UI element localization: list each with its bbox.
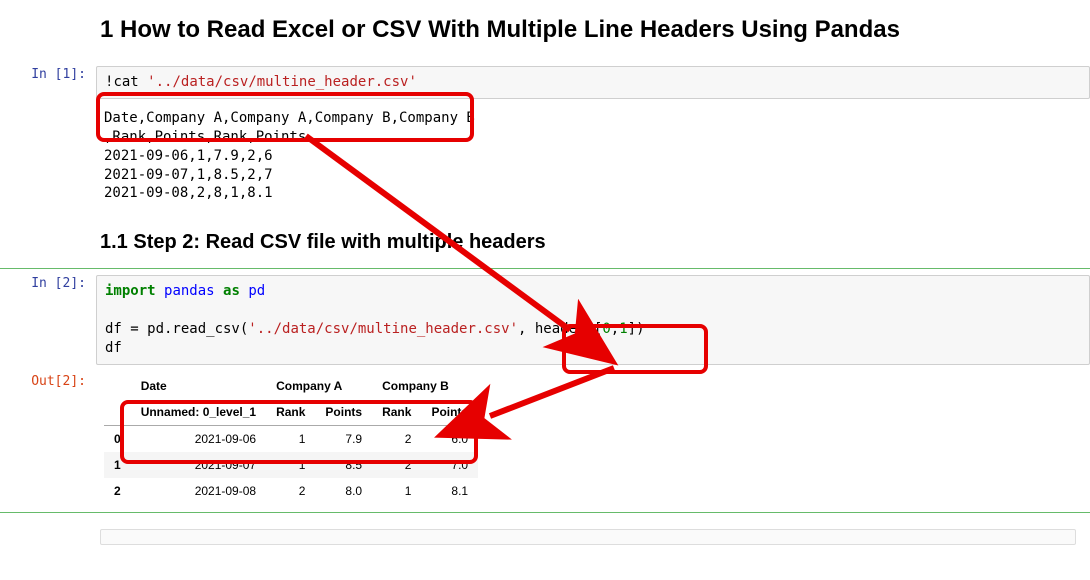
cell: 7.9 (315, 425, 372, 452)
table-row: 0 2021-09-06 1 7.9 2 6.0 (104, 425, 478, 452)
csv-line-4: 2021-09-08,2,8,1,8.1 (104, 185, 273, 201)
cell: 2021-09-06 (131, 425, 266, 452)
code1-str: '../data/csv/multine_header.csv' (147, 74, 417, 90)
row-idx-2: 2 (104, 478, 131, 504)
code2-import: import (105, 283, 156, 299)
prompt-out-2: Out[2]: (0, 373, 96, 391)
cell: 8.0 (315, 478, 372, 504)
section-heading-1-1: 1.1 Step 2: Read CSV file with multiple … (0, 231, 1090, 254)
cell: 6.0 (421, 425, 478, 452)
cell: 2021-09-07 (131, 452, 266, 478)
code2-eq: = (585, 321, 593, 337)
csv-line-3: 2021-09-07,1,8.5,2,7 (104, 167, 273, 183)
cell: 2 (372, 452, 421, 478)
th-date: Date (131, 373, 266, 399)
th-company-b: Company B (372, 373, 478, 399)
code2-rbr: ]) (628, 321, 645, 337)
prompt-in-2: In [2]: (0, 275, 96, 293)
text-output-1: Date,Company A,Company A,Company B,Compa… (96, 107, 1090, 205)
code2-n0: 0 (602, 321, 610, 337)
cell: 1 (266, 425, 315, 452)
th-rank-a: Rank (266, 399, 315, 426)
cell-divider-bottom (0, 512, 1090, 513)
th-company-a: Company A (266, 373, 372, 399)
dataframe-table: Date Company A Company B Unnamed: 0_leve… (104, 373, 478, 504)
dataframe-output: Date Company A Company B Unnamed: 0_leve… (96, 373, 1090, 504)
cell: 7.0 (421, 452, 478, 478)
th-points-a: Points (315, 399, 372, 426)
th-blank-0 (104, 373, 131, 399)
code1-sp (139, 74, 147, 90)
cell: 8.5 (315, 452, 372, 478)
table-header-row-sub: Unnamed: 0_level_1 Rank Points Rank Poin… (104, 399, 478, 426)
table-row: 1 2021-09-07 1 8.5 2 7.0 (104, 452, 478, 478)
code2-n1: 1 (619, 321, 627, 337)
code1-cmd: cat (113, 74, 138, 90)
th-points-b: Points (421, 399, 478, 426)
row-idx-1: 1 (104, 452, 131, 478)
csv-line-0: Date,Company A,Company A,Company B,Compa… (104, 110, 475, 126)
code2-as: as (223, 283, 240, 299)
code2-alias: pd (248, 283, 265, 299)
code-input-1[interactable]: !cat '../data/csv/multine_header.csv' (96, 66, 1090, 99)
row-idx-0: 0 (104, 425, 131, 452)
cell: 8.1 (421, 478, 478, 504)
th-blank-1 (104, 399, 131, 426)
cell: 1 (372, 478, 421, 504)
csv-line-2: 2021-09-06,1,7.9,2,6 (104, 148, 273, 164)
code2-comma-sp: , (518, 321, 535, 337)
th-rank-b: Rank (372, 399, 421, 426)
table-row: 2 2021-09-08 2 8.0 1 8.1 (104, 478, 478, 504)
cell: 1 (266, 452, 315, 478)
cell: 2 (266, 478, 315, 504)
prompt-in-1: In [1]: (0, 66, 96, 84)
code2-last: df (105, 340, 122, 356)
code-input-2[interactable]: import pandas as pd df = pd.read_csv('..… (96, 275, 1090, 365)
cell-divider-top (0, 268, 1090, 269)
code2-assign: df = pd.read_csv( (105, 321, 248, 337)
section-heading-1: 1 How to Read Excel or CSV With Multiple… (0, 16, 1090, 44)
code2-header-kw: header (535, 321, 586, 337)
code2-mod: pandas (164, 283, 215, 299)
table-header-row-top: Date Company A Company B (104, 373, 478, 399)
cell: 2 (372, 425, 421, 452)
code2-comma: , (611, 321, 619, 337)
csv-line-1: ,Rank,Points,Rank,Points (104, 129, 306, 145)
cell: 2021-09-08 (131, 478, 266, 504)
th-unnamed: Unnamed: 0_level_1 (131, 399, 266, 426)
next-cell-peek (100, 529, 1076, 545)
code2-str: '../data/csv/multine_header.csv' (248, 321, 518, 337)
